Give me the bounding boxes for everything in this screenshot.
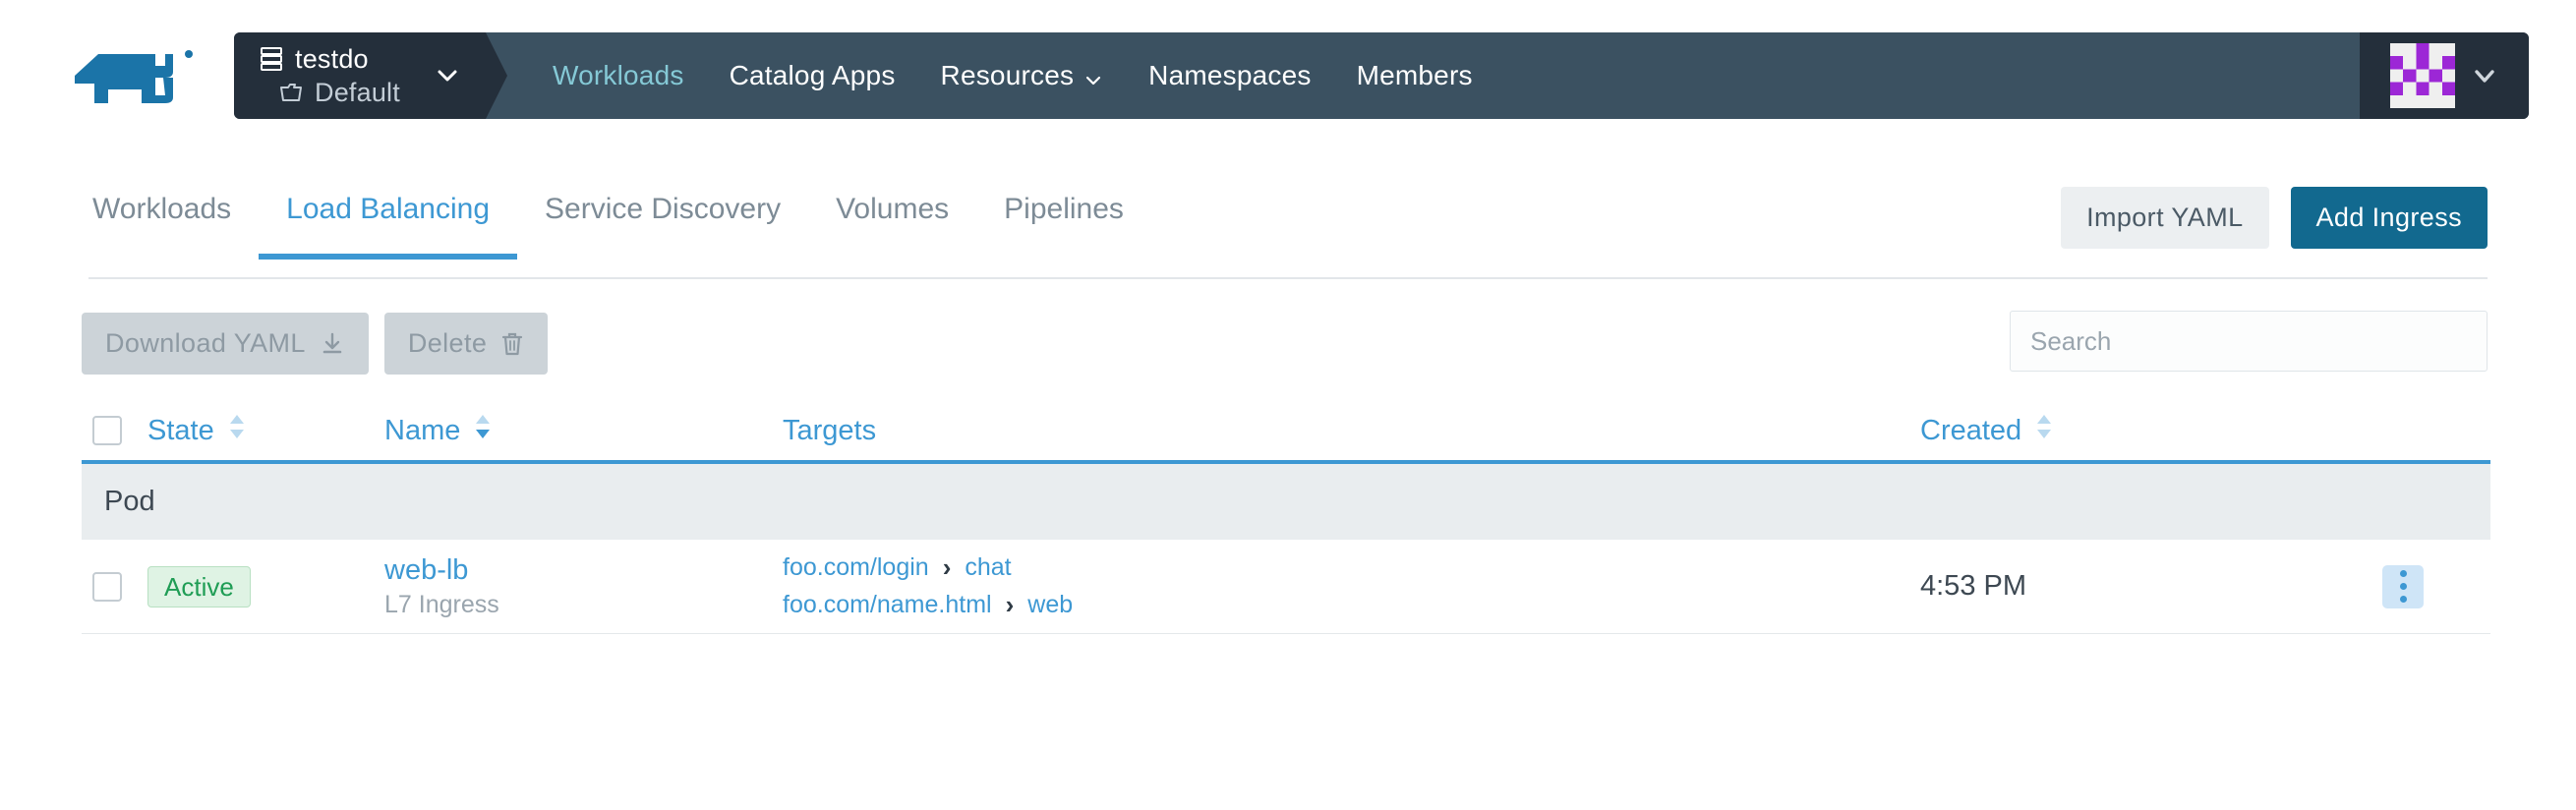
target-host-link[interactable]: foo.com/login	[783, 553, 929, 582]
top-header: testdo Default Workloads Catalog Apps Re…	[0, 0, 2576, 136]
column-label: State	[147, 414, 214, 446]
table-row[interactable]: Active web-lb L7 Ingress foo.com/login ›…	[82, 540, 2490, 634]
section-tabs: Workloads Load Balancing Service Discove…	[0, 173, 2576, 279]
nav-item-members[interactable]: Members	[1357, 60, 1473, 91]
tab-load-balancing[interactable]: Load Balancing	[259, 173, 517, 260]
ingress-table: State Name Targets Created Pod Active we…	[82, 401, 2490, 634]
row-actions-cell	[2382, 564, 2490, 608]
rancher-cow-logo-icon[interactable]	[69, 46, 199, 107]
tab-divider	[88, 277, 2488, 279]
chevron-right-icon: ›	[942, 552, 952, 582]
nav-item-label: Workloads	[553, 60, 684, 90]
row-checkbox[interactable]	[92, 571, 122, 602]
ingress-name-link[interactable]: web-lb	[384, 554, 783, 587]
server-stack-icon	[260, 47, 283, 71]
table-group-header: Pod	[82, 464, 2490, 540]
sort-icon	[2033, 412, 2055, 449]
status-badge: Active	[147, 565, 251, 608]
column-label: Name	[384, 414, 461, 446]
select-all-cell	[92, 416, 147, 445]
download-yaml-label: Download YAML	[105, 328, 306, 358]
page-action-buttons: Import YAML Add Ingress	[2061, 187, 2488, 249]
tab-volumes[interactable]: Volumes	[808, 173, 976, 260]
row-targets-cell: foo.com/login › chat foo.com/name.html ›…	[783, 552, 1920, 620]
kebab-menu-icon[interactable]	[2382, 564, 2424, 608]
target-service-link[interactable]: web	[1027, 591, 1073, 619]
chevron-right-icon: ›	[1005, 590, 1015, 619]
kebab-dot	[2399, 583, 2407, 591]
ingress-type-label: L7 Ingress	[384, 590, 499, 618]
row-name-cell: web-lb L7 Ingress	[384, 554, 783, 619]
row-state-cell: Active	[147, 565, 384, 608]
kebab-dot	[2399, 596, 2407, 604]
delete-label: Delete	[407, 328, 488, 358]
group-label: Pod	[104, 486, 155, 517]
cluster-name: testdo	[295, 43, 369, 74]
rancher-load-balancing-page: testdo Default Workloads Catalog Apps Re…	[0, 0, 2576, 810]
target-host-link[interactable]: foo.com/name.html	[783, 591, 992, 619]
trash-icon	[500, 331, 524, 357]
main-navigation-bar: testdo Default Workloads Catalog Apps Re…	[234, 32, 2529, 119]
tab-service-discovery[interactable]: Service Discovery	[517, 173, 808, 260]
folder-icon	[279, 81, 303, 104]
tab-workloads[interactable]: Workloads	[88, 173, 259, 260]
search-input[interactable]	[2010, 311, 2488, 372]
tab-label: Workloads	[92, 193, 232, 225]
column-header-name[interactable]: Name	[384, 412, 783, 449]
add-ingress-button[interactable]: Add Ingress	[2290, 187, 2488, 249]
sort-icon-descending-active	[472, 412, 494, 449]
column-header-created[interactable]: Created	[1920, 412, 2382, 449]
search-container	[2010, 311, 2488, 372]
nav-item-resources[interactable]: Resources	[941, 60, 1104, 91]
column-label: Created	[1920, 414, 2022, 446]
nav-items: Workloads Catalog Apps Resources Namespa…	[486, 32, 2360, 119]
nav-item-namespaces[interactable]: Namespaces	[1148, 60, 1311, 91]
table-header-row: State Name Targets Created	[82, 401, 2490, 464]
tab-label: Pipelines	[1004, 193, 1124, 225]
tab-label: Service Discovery	[545, 193, 782, 225]
cluster-project-selector[interactable]: testdo Default	[234, 32, 507, 119]
tab-pipelines[interactable]: Pipelines	[976, 173, 1151, 260]
chevron-down-icon[interactable]	[2471, 62, 2498, 89]
download-yaml-button[interactable]: Download YAML	[82, 313, 369, 375]
target-rule: foo.com/name.html › web	[783, 590, 1920, 620]
import-yaml-button[interactable]: Import YAML	[2061, 187, 2269, 249]
tab-label: Load Balancing	[286, 193, 491, 225]
column-label: Targets	[783, 414, 877, 446]
cluster-selector-arrow	[486, 32, 507, 119]
select-all-checkbox[interactable]	[92, 416, 122, 445]
row-select-cell	[92, 571, 147, 602]
user-menu[interactable]	[2360, 32, 2529, 119]
download-icon	[320, 331, 345, 357]
nav-item-catalog-apps[interactable]: Catalog Apps	[730, 60, 896, 91]
nav-item-label: Catalog Apps	[729, 60, 896, 90]
chevron-down-icon[interactable]	[435, 63, 460, 88]
tab-label: Volumes	[836, 193, 950, 225]
column-header-state[interactable]: State	[147, 412, 384, 449]
target-rule: foo.com/login › chat	[783, 552, 1920, 583]
target-service-link[interactable]: chat	[965, 553, 1011, 582]
delete-button[interactable]: Delete	[383, 313, 549, 375]
nav-item-label: Namespaces	[1148, 60, 1312, 90]
column-header-targets: Targets	[783, 415, 1920, 447]
row-created-cell: 4:53 PM	[1920, 570, 2382, 603]
nav-item-workloads[interactable]: Workloads	[553, 60, 684, 91]
sort-icon	[226, 412, 248, 449]
chevron-down-icon	[1083, 66, 1103, 86]
nav-item-label: Members	[1356, 60, 1473, 90]
table-toolbar: Download YAML Delete	[0, 311, 2576, 397]
created-time: 4:53 PM	[1920, 570, 2026, 602]
kebab-dot	[2399, 570, 2407, 578]
nav-item-label: Resources	[940, 60, 1075, 90]
project-name: Default	[315, 77, 400, 107]
user-identicon-avatar	[2390, 43, 2455, 108]
